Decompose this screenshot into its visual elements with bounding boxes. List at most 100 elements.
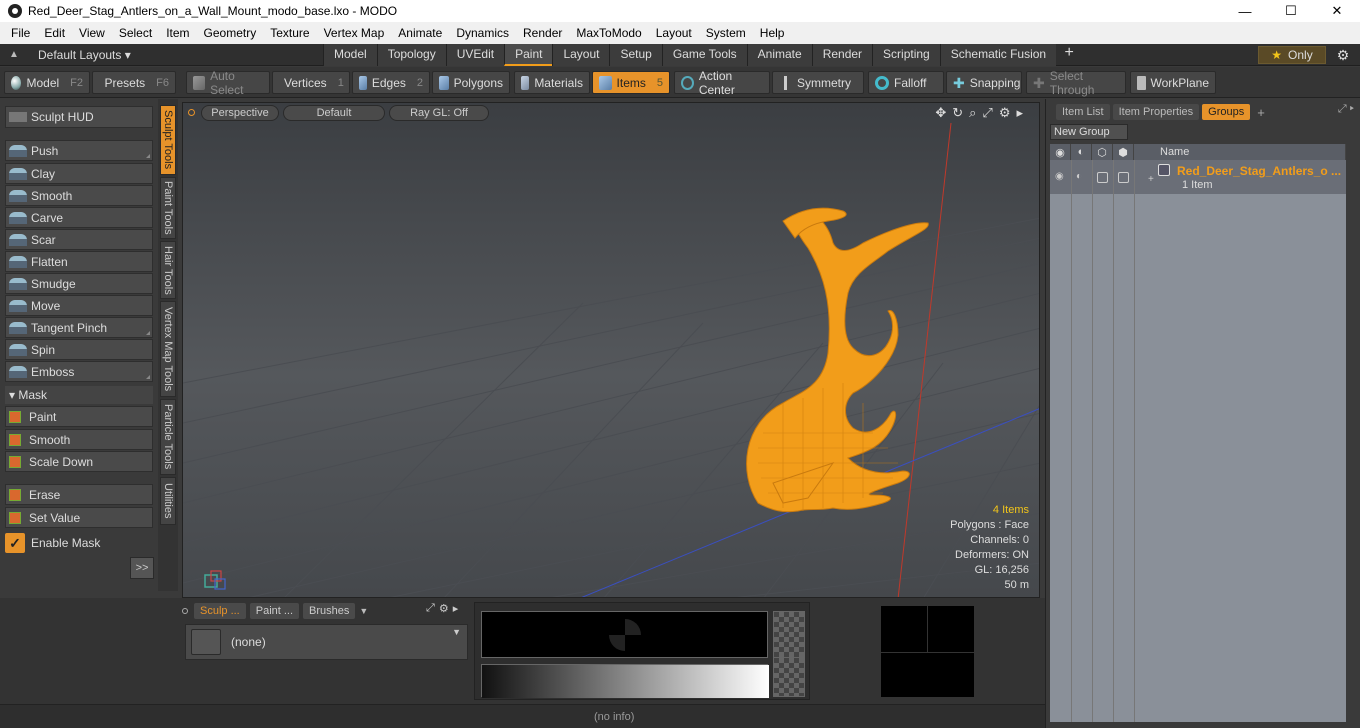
tool-smudge-button[interactable]: Smudge — [5, 273, 153, 294]
bottom-settings-icon[interactable]: ⚙ — [439, 602, 449, 615]
group-row[interactable]: ◉ ◐ + Red_Deer_Stag_Antlers_o ... 1 Item — [1050, 160, 1346, 194]
tab-paint[interactable]: Paint — [504, 43, 553, 66]
tab-topology[interactable]: Topology — [376, 43, 446, 66]
tab-scripting[interactable]: Scripting — [872, 43, 940, 66]
more-button[interactable]: >> — [130, 557, 154, 579]
enable-mask-toggle[interactable]: ✓ Enable Mask — [5, 532, 153, 554]
menu-help[interactable]: Help — [753, 22, 792, 44]
gradient-preview[interactable] — [481, 664, 769, 698]
model-button[interactable]: Model F2 — [4, 71, 90, 94]
close-button[interactable]: ✕ — [1314, 0, 1360, 22]
pan-icon[interactable]: ✥ — [935, 105, 946, 121]
bottom-more-icon[interactable]: ▸ — [453, 602, 459, 615]
viewport-expand-icon[interactable]: ▸ — [1016, 105, 1023, 121]
tab-item-properties[interactable]: Item Properties — [1112, 104, 1200, 120]
tab-hair-tools[interactable]: Hair Tools — [160, 241, 176, 299]
mask-group-header[interactable]: ▾ Mask — [5, 386, 153, 404]
mask-smooth-button[interactable]: Smooth — [5, 429, 153, 450]
tool-emboss-button[interactable]: Emboss — [5, 361, 153, 382]
tool-flatten-button[interactable]: Flatten — [5, 251, 153, 272]
materials-button[interactable]: Materials — [514, 71, 590, 94]
tabs-dropdown-icon[interactable]: ▼ — [359, 606, 368, 616]
edges-button[interactable]: Edges 2 — [352, 71, 430, 94]
row-eye-icon[interactable]: ◉ — [1055, 171, 1066, 182]
bottom-panel-menu-icon[interactable] — [182, 608, 188, 614]
tab-paint[interactable]: Paint ... — [249, 603, 300, 619]
gear-icon[interactable]: ⚙ — [1334, 46, 1352, 64]
workplane-button[interactable]: WorkPlane — [1130, 71, 1216, 94]
tab-vertex-map-tools[interactable]: Vertex Map Tools — [160, 301, 176, 397]
lock-icon[interactable]: ⬡ — [1092, 144, 1113, 160]
mask-paint-button[interactable]: Paint — [5, 406, 153, 427]
menu-item[interactable]: Item — [159, 22, 196, 44]
menu-system[interactable]: System — [699, 22, 753, 44]
tab-groups[interactable]: Groups — [1202, 104, 1251, 120]
menu-edit[interactable]: Edit — [37, 22, 72, 44]
auto-select-button[interactable]: Auto Select — [186, 69, 270, 97]
menu-geometry[interactable]: Geometry — [197, 22, 264, 44]
add-tab-icon[interactable]: + — [1056, 44, 1082, 66]
zoom-icon[interactable]: ⌕ — [969, 105, 976, 121]
menu-select[interactable]: Select — [112, 22, 159, 44]
menu-render[interactable]: Render — [516, 22, 569, 44]
menu-layout[interactable]: Layout — [649, 22, 699, 44]
snapping-button[interactable]: ✚ Snapping — [946, 71, 1022, 94]
name-column-header[interactable]: Name — [1134, 144, 1346, 160]
menu-view[interactable]: View — [72, 22, 112, 44]
tool-move-button[interactable]: Move — [5, 295, 153, 316]
tab-schematic-fusion[interactable]: Schematic Fusion — [939, 43, 1057, 66]
tool-scar-button[interactable]: Scar — [5, 229, 153, 250]
action-center-button[interactable]: Action Center — [674, 69, 770, 97]
items-button[interactable]: Items 5 — [592, 71, 670, 94]
group-name[interactable]: Red_Deer_Stag_Antlers_o ... — [1177, 164, 1341, 178]
tool-carve-button[interactable]: Carve — [5, 207, 153, 228]
brush-selector[interactable]: (none) ▼ — [185, 624, 468, 660]
raygl-toggle[interactable]: Ray GL: Off — [389, 105, 489, 121]
row-lock-checkbox[interactable] — [1097, 172, 1108, 183]
polygons-button[interactable]: Polygons — [432, 71, 510, 94]
view-perspective-dropdown[interactable]: Perspective — [201, 105, 279, 121]
tab-sculpt[interactable]: Sculp ... — [194, 603, 246, 619]
menu-maxtomodo[interactable]: MaxToModo — [569, 22, 648, 44]
menu-vertex-map[interactable]: Vertex Map — [317, 22, 392, 44]
rotate-icon[interactable]: ↻ — [952, 105, 963, 121]
vertices-button[interactable]: Vertices 1 — [272, 71, 350, 94]
tab-model[interactable]: Model — [323, 43, 377, 66]
tab-animate[interactable]: Animate — [746, 43, 812, 66]
row-render-icon[interactable]: ◐ — [1076, 171, 1087, 182]
add-panel-tab-icon[interactable]: + — [1257, 105, 1265, 120]
bottom-expand-icon[interactable]: ⤢ — [426, 602, 435, 615]
fit-icon[interactable]: ⤢ — [982, 105, 992, 121]
groups-scrollbar[interactable] — [1348, 144, 1356, 722]
tab-setup[interactable]: Setup — [609, 43, 662, 66]
gradient-alpha-preview[interactable] — [773, 657, 805, 697]
tool-smooth-button[interactable]: Smooth — [5, 185, 153, 206]
menu-texture[interactable]: Texture — [263, 22, 316, 44]
tab-sculpt-tools[interactable]: Sculpt Tools — [160, 105, 176, 175]
tab-uvedit[interactable]: UVEdit — [445, 43, 505, 66]
3d-viewport[interactable]: Perspective Default Ray GL: Off ✥ ↻ ⌕ ⤢ … — [182, 102, 1040, 598]
shading-dropdown[interactable]: Default — [283, 105, 385, 121]
select-icon[interactable]: ⬢ — [1113, 144, 1134, 160]
tool-spin-button[interactable]: Spin — [5, 339, 153, 360]
render-icon[interactable]: ◐ — [1071, 144, 1092, 160]
tab-paint-tools[interactable]: Paint Tools — [160, 177, 176, 239]
mask-scale-down-button[interactable]: Scale Down — [5, 451, 153, 472]
tab-game-tools[interactable]: Game Tools — [661, 43, 747, 66]
tool-clay-button[interactable]: Clay — [5, 163, 153, 184]
viewport-menu-icon[interactable] — [188, 109, 195, 116]
menu-file[interactable]: File — [4, 22, 37, 44]
minimize-button[interactable]: — — [1222, 0, 1268, 22]
tab-particle-tools[interactable]: Particle Tools — [160, 399, 176, 475]
menu-dynamics[interactable]: Dynamics — [449, 22, 516, 44]
menu-animate[interactable]: Animate — [391, 22, 449, 44]
viewport-settings-icon[interactable]: ⚙ — [999, 105, 1011, 121]
panel-expand-icon[interactable]: ⤢ ▸ — [1338, 103, 1354, 116]
tab-render[interactable]: Render — [811, 43, 873, 66]
symmetry-button[interactable]: Symmetry — [772, 71, 864, 94]
alpha-preview[interactable] — [773, 611, 805, 658]
tab-utilities[interactable]: Utilities — [160, 477, 176, 525]
new-group-button[interactable]: New Group — [1050, 124, 1128, 140]
expand-icon[interactable]: + — [1148, 174, 1154, 185]
layout-collapse-icon[interactable]: ▲ — [0, 49, 28, 60]
